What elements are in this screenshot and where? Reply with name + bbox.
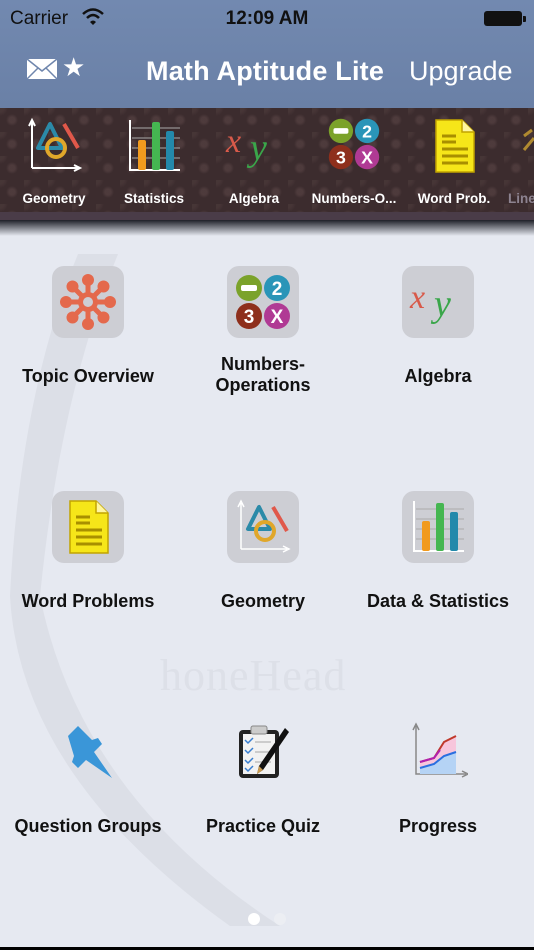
menu-label: Algebra bbox=[404, 366, 472, 386]
page-dot-1[interactable] bbox=[248, 913, 260, 925]
icon-box bbox=[52, 716, 124, 788]
menu-label: Word Problems bbox=[21, 591, 155, 611]
app-screen: Carrier 12:09 AM ★ Math Aptitude Lite Up… bbox=[0, 0, 534, 947]
icon-box bbox=[227, 716, 299, 788]
topic-bar-shadow bbox=[0, 220, 534, 236]
topic-word-problems[interactable]: Word Prob. bbox=[404, 108, 504, 218]
menu-label: Practice Quiz bbox=[205, 816, 321, 836]
menu-geometry[interactable]: Geometry bbox=[175, 491, 351, 691]
topic-label: Word Prob. bbox=[417, 191, 491, 206]
numbers-operations-icon bbox=[326, 116, 382, 172]
app-title: Math Aptitude Lite bbox=[146, 56, 385, 86]
menu-label: Question Groups bbox=[14, 816, 162, 836]
menu-label: Progress bbox=[398, 816, 478, 836]
topic-numbers-operations[interactable]: Numbers-O... bbox=[304, 108, 404, 218]
upgrade-button[interactable]: Upgrade bbox=[409, 56, 513, 87]
icon-box bbox=[227, 491, 299, 563]
menu-label: Data & Statistics bbox=[366, 591, 510, 611]
document-icon bbox=[424, 116, 484, 176]
star-icon[interactable]: ★ bbox=[62, 52, 85, 83]
status-time: 12:09 AM bbox=[225, 8, 309, 29]
menu-data-statistics[interactable]: Data & Statistics bbox=[350, 491, 526, 691]
header: Carrier 12:09 AM ★ Math Aptitude Lite Up… bbox=[0, 0, 534, 108]
mail-icon[interactable] bbox=[26, 58, 58, 80]
icon-box bbox=[402, 266, 474, 338]
xy-algebra-icon bbox=[408, 272, 468, 332]
bar-chart-icon bbox=[408, 497, 468, 557]
progress-chart-icon bbox=[408, 722, 468, 782]
menu-label-line1: Numbers- bbox=[220, 354, 305, 374]
menu-practice-quiz[interactable]: Practice Quiz bbox=[175, 716, 351, 916]
menu-question-groups[interactable]: Question Groups bbox=[0, 716, 176, 916]
topic-line[interactable]: Line bbox=[504, 108, 534, 218]
pushpin-icon bbox=[58, 722, 118, 782]
document-icon bbox=[58, 497, 118, 557]
battery-icon bbox=[484, 11, 522, 26]
bar-chart-icon bbox=[124, 116, 184, 176]
geometry-icon bbox=[24, 116, 84, 176]
nav-bar: ★ Math Aptitude Lite Upgrade bbox=[0, 38, 534, 108]
page-dot-2[interactable] bbox=[274, 913, 286, 925]
geometry-icon bbox=[233, 497, 293, 557]
menu-topic-overview[interactable]: Topic Overview bbox=[0, 266, 176, 466]
menu-numbers-operations[interactable]: Numbers- Operations bbox=[175, 266, 351, 466]
clipboard-pen-icon bbox=[233, 722, 293, 782]
icon-box bbox=[52, 491, 124, 563]
line-icon bbox=[522, 128, 534, 151]
icon-box bbox=[402, 716, 474, 788]
xy-algebra-icon bbox=[224, 116, 284, 176]
topic-scroll-bar[interactable]: Geometry Statistics Algebra Numbers-O...… bbox=[0, 108, 534, 218]
icon-box bbox=[227, 266, 299, 338]
topic-overview-icon bbox=[58, 272, 118, 332]
menu-label-line2: Operations bbox=[215, 375, 311, 395]
icon-box bbox=[52, 266, 124, 338]
menu-label: Geometry bbox=[220, 591, 306, 611]
icon-box bbox=[402, 491, 474, 563]
menu-algebra[interactable]: Algebra bbox=[350, 266, 526, 466]
menu-label: Topic Overview bbox=[22, 366, 154, 386]
topic-algebra[interactable]: Algebra bbox=[204, 108, 304, 218]
numbers-operations-icon bbox=[233, 272, 293, 332]
menu-word-problems[interactable]: Word Problems bbox=[0, 491, 176, 691]
topic-statistics[interactable]: Statistics bbox=[104, 108, 204, 218]
topic-bar-edge bbox=[0, 212, 534, 220]
status-bar: Carrier 12:09 AM bbox=[0, 0, 534, 38]
topic-geometry[interactable]: Geometry bbox=[4, 108, 104, 218]
topic-label: Line bbox=[508, 191, 534, 206]
battery-nub bbox=[523, 16, 526, 22]
menu-progress[interactable]: Progress bbox=[350, 716, 526, 916]
